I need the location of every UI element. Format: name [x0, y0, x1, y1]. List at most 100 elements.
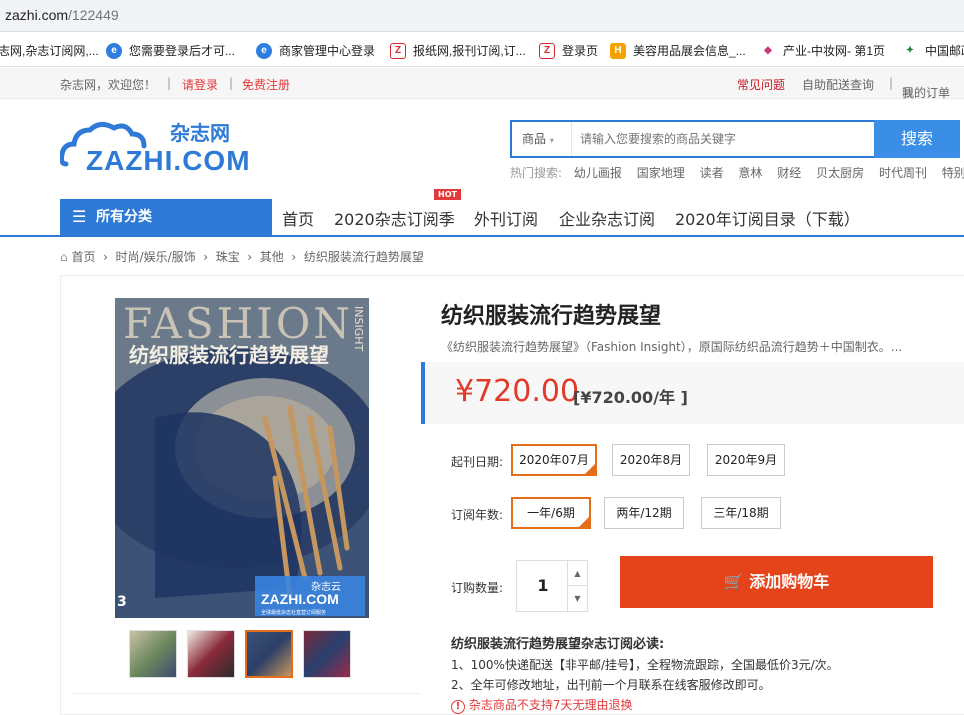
notice-line: 1、100%快递配送【非平邮/挂号】，全程物流跟踪，全国最低价3元/次。 [451, 658, 839, 672]
years-option[interactable]: 三年/18期 [701, 497, 781, 529]
search-category-label: 商品 [522, 132, 547, 146]
thumbnail-1[interactable] [129, 630, 177, 678]
thumbnail-3-selected[interactable] [245, 630, 293, 678]
url-domain: zazhi.com [5, 7, 69, 23]
address-url[interactable]: zazhi.com/122449 [5, 7, 119, 23]
nav-catalog-download[interactable]: 2020年订阅目录（下载） [675, 206, 860, 230]
add-to-cart-label: 添加购物车 [749, 572, 830, 591]
register-link[interactable]: 免费注册 [242, 76, 290, 93]
divider: | [167, 76, 172, 90]
bookmark-label: 登录页 [562, 44, 599, 58]
bookmarks-bar: 志网,杂志订阅网,... e 您需要登录后才可... e 商家管理中心登录 Z 报纸网… [0, 33, 964, 67]
increment-arrow-icon[interactable]: ▲ [567, 561, 587, 586]
bookmark-item[interactable]: Z 报纸网,报刊订阅,订... [390, 42, 526, 59]
thumbnail-2[interactable] [187, 630, 235, 678]
search-button[interactable]: 搜索 [874, 120, 960, 158]
bookmark-item[interactable]: e 商家管理中心登录 [256, 42, 375, 59]
hot-badge: HOT [434, 189, 461, 200]
notice-line: 2、全年可修改地址，出刊前一个月联系在线客服修改即可。 [451, 678, 771, 692]
nav-2020-season[interactable]: 2020杂志订阅季 [334, 206, 455, 230]
product-description: 《纺织服装流行趋势展望》（Fashion Insight），原国际纺织品流行趋势… [441, 340, 903, 354]
hot-search-term[interactable]: 读者 [700, 166, 724, 180]
warning-text: 杂志商品不支持7天无理由退换 [468, 698, 633, 712]
bookmark-item[interactable]: Z 登录页 [539, 42, 598, 59]
postal-icon: ✦ [902, 42, 918, 59]
start-date-option[interactable]: 2020年9月 [707, 444, 785, 476]
chevron-down-icon: ▾ [549, 136, 554, 145]
breadcrumb-item[interactable]: 其他 [260, 250, 284, 264]
cover-brand-tagline: 全球最低杂志社直营订阅服务 [261, 609, 326, 616]
faq-link[interactable]: 常见问题 [737, 76, 785, 93]
bookmark-label: 产业-中妆网- 第1页 [783, 44, 886, 58]
hot-search-term[interactable]: 时代周刊 [879, 166, 927, 180]
hot-search-term[interactable]: 意林 [738, 166, 762, 180]
cart-icon: 🛒 [723, 572, 744, 591]
all-categories-label: 所有分类 [96, 209, 152, 225]
qty-label: 订购数量: [451, 581, 504, 595]
breadcrumb-item[interactable]: 时尚/娱乐/服饰 [116, 250, 196, 264]
cover-brand-en: ZAZHI.COM [261, 591, 339, 607]
h-logo-icon: H [610, 42, 626, 59]
hot-search-label: 热门搜索: [510, 166, 563, 180]
site-header: 杂志网 ZAZHI.COM 商品 ▾ 搜索 热门搜索: 幼儿画报 国家地理 读者… [0, 100, 964, 199]
years-option-selected[interactable]: 一年/6期 [511, 497, 591, 529]
hot-search-term[interactable]: 贝太厨房 [816, 166, 864, 180]
search-input[interactable] [580, 122, 870, 156]
bookmark-label: 商家管理中心登录 [279, 44, 376, 58]
nav-foreign[interactable]: 外刊订阅 [474, 206, 538, 230]
bookmark-label: 美容用品展会信息_... [633, 44, 746, 58]
divider: | [889, 76, 894, 90]
bookmark-item[interactable]: ◆ 产业-中妆网- 第1页 [760, 42, 885, 59]
bookmark-item[interactable]: H 美容用品展会信息_... [610, 42, 746, 59]
price-per-year: [¥720.00/年 ] [573, 388, 688, 407]
breadcrumb-item[interactable]: 珠宝 [216, 250, 240, 264]
cover-side-text: INSIGHT [352, 306, 365, 351]
bookmark-item[interactable]: ✦ 中国邮政 [902, 42, 964, 59]
site-topbar: 杂志网，欢迎您！ | 请登录 | 免费注册 常见问题 自助配送查询 | ▤ 我的… [0, 68, 964, 100]
my-orders-label: 我的订单 [902, 86, 951, 100]
magazine-cover-image[interactable]: FASHION INSIGHT 纺织服装流行趋势展望 3 杂志云 ZAZHI.C… [115, 298, 369, 618]
start-date-label: 起刊日期: [451, 455, 504, 469]
cover-issue-number: 3 [117, 594, 127, 610]
bookmark-item[interactable]: e 您需要登录后才可... [106, 42, 235, 59]
breadcrumb-item[interactable]: 首页 [71, 250, 95, 264]
years-label: 订阅年数: [451, 508, 504, 522]
subscription-notice: 纺织服装流行趋势展望杂志订阅必读: 1、100%快递配送【非平邮/挂号】，全程物… [451, 635, 839, 715]
price: ¥720.00 [455, 374, 580, 409]
breadcrumb-item: 纺织服装流行趋势展望 [303, 250, 424, 264]
hot-search-term[interactable]: 特别关注 [942, 166, 964, 180]
cover-cn-title: 纺织服装流行趋势展望 [129, 343, 329, 367]
home-icon: ⌂ [60, 250, 68, 264]
self-pickup-link[interactable]: 自助配送查询 [802, 76, 874, 93]
bookmark-item[interactable]: 志网,杂志订阅网,... [0, 42, 99, 59]
hot-search-term[interactable]: 幼儿画报 [574, 166, 622, 180]
login-link[interactable]: 请登录 [182, 76, 218, 93]
start-date-option[interactable]: 2020年8月 [612, 444, 690, 476]
start-date-option-selected[interactable]: 2020年07月 [511, 444, 597, 476]
hot-search-term[interactable]: 国家地理 [637, 166, 685, 180]
search-category-select[interactable]: 商品 ▾ [512, 122, 572, 156]
logo-cn-text: 杂志网 [170, 121, 230, 145]
add-to-cart-button[interactable]: 🛒 添加购物车 [620, 556, 933, 608]
decrement-arrow-icon[interactable]: ▼ [567, 586, 587, 611]
browser-address-bar[interactable]: zazhi.com/122449 [0, 0, 964, 32]
cover-masthead: FASHION [123, 299, 353, 348]
nav-enterprise[interactable]: 企业杂志订阅 [559, 206, 655, 230]
thumbnail-4[interactable] [303, 630, 351, 678]
notice-title: 纺织服装流行趋势展望杂志订阅必读: [451, 637, 665, 652]
years-option[interactable]: 两年/12期 [604, 497, 684, 529]
zazhi-logo[interactable]: 杂志网 ZAZHI.COM [59, 112, 260, 176]
breadcrumb: ⌂ 首页 › 时尚/娱乐/服饰 › 珠宝 › 其他 › 纺织服装流行趋势展望 [60, 250, 424, 264]
nav-home[interactable]: 首页 [282, 206, 314, 230]
quantity-input[interactable]: 1 [517, 561, 569, 611]
bookmark-label: 您需要登录后才可... [129, 44, 236, 58]
product-panel: FASHION INSIGHT 纺织服装流行趋势展望 3 杂志云 ZAZHI.C… [60, 275, 964, 715]
cover-art: FASHION INSIGHT 纺织服装流行趋势展望 3 杂志云 ZAZHI.C… [115, 298, 369, 618]
url-path: /122449 [68, 7, 119, 23]
diamond-icon: ◆ [760, 42, 776, 59]
all-categories-button[interactable]: ☰ 所有分类 [60, 199, 272, 235]
divider [71, 693, 421, 694]
globe-icon: e [256, 42, 272, 59]
hot-search-term[interactable]: 财经 [777, 166, 801, 180]
price-box: ¥720.00 [¥720.00/年 ] [421, 362, 964, 424]
